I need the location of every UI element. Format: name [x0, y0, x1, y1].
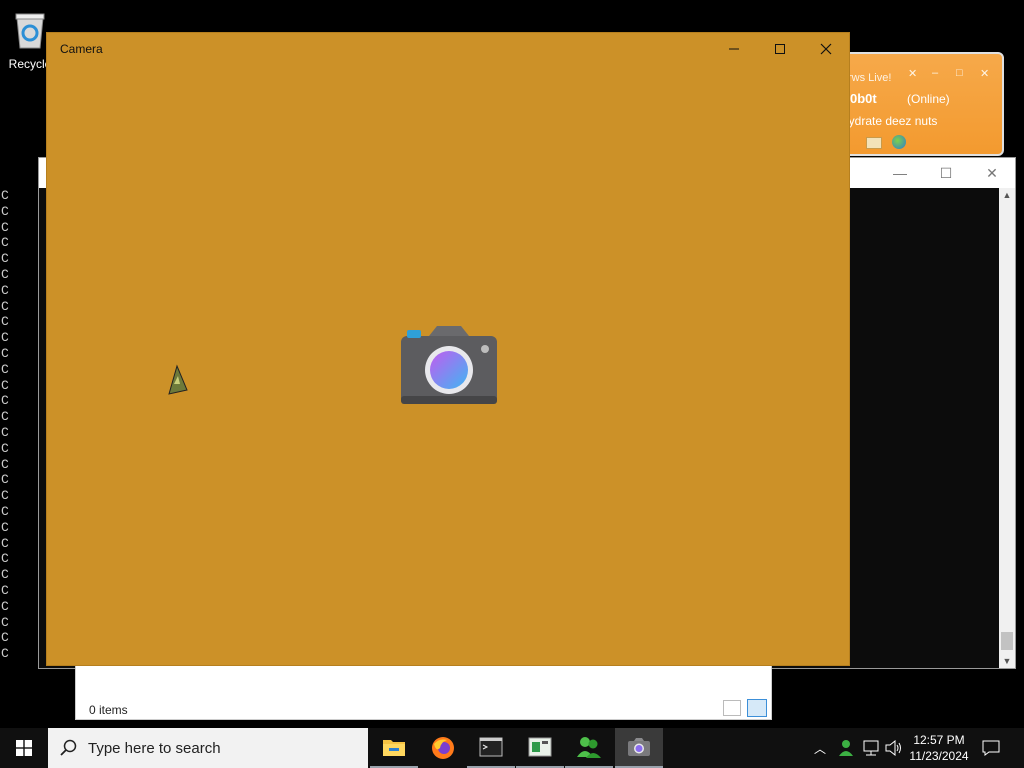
console-text-column: CCCCCCCCCCCCCCCCCCCCCCCCCCCCCC	[1, 188, 10, 662]
messenger-minimize-button[interactable]: –	[932, 67, 938, 79]
console-maximize-button[interactable]: ☐	[923, 158, 969, 188]
console-scrollbar[interactable]: ▲ ▼	[999, 188, 1015, 668]
console-line: C	[1, 440, 9, 456]
show-hidden-icons-chevron-up-icon[interactable]: ︿	[814, 740, 826, 757]
taskbar-camera[interactable]	[615, 728, 663, 768]
console-line: C	[1, 472, 9, 488]
console-line: C	[1, 235, 9, 251]
console-line: C	[1, 456, 9, 472]
console-line: C	[1, 424, 9, 440]
console-minimize-button[interactable]: —	[877, 158, 923, 188]
messenger-close-button[interactable]: ✕	[980, 67, 989, 80]
camera-minimize-button[interactable]	[711, 33, 757, 65]
windows-logo-icon	[16, 740, 32, 756]
messenger-maximize-button[interactable]: □	[956, 67, 963, 79]
firefox-icon	[432, 737, 454, 759]
action-center-notification-icon[interactable]	[982, 739, 1000, 757]
messenger-title: rws Live!	[848, 72, 892, 84]
details-view-icon[interactable]	[723, 700, 741, 716]
search-placeholder: Type here to search	[88, 740, 221, 757]
camera-close-button[interactable]	[803, 33, 849, 65]
tray-messenger-icon[interactable]	[838, 739, 856, 757]
console-line: C	[1, 330, 9, 346]
volume-icon[interactable]	[885, 740, 903, 756]
taskbar-terminal[interactable]	[467, 728, 515, 768]
console-line: C	[1, 503, 9, 519]
console-line: C	[1, 203, 9, 219]
console-line: C	[1, 377, 9, 393]
scroll-thumb[interactable]	[1001, 632, 1013, 650]
console-line: C	[1, 646, 9, 662]
scroll-up-arrow-icon[interactable]: ▲	[999, 190, 1015, 200]
taskbar-clock[interactable]: 12:57 PM 11/23/2024	[904, 732, 974, 764]
console-line: C	[1, 345, 9, 361]
folder-icon	[383, 740, 405, 756]
console-line: C	[1, 598, 9, 614]
taskbar-file-explorer[interactable]	[370, 728, 418, 768]
console-line: C	[1, 519, 9, 535]
console-line: C	[1, 251, 9, 267]
taskbar-messenger[interactable]	[565, 728, 613, 768]
camera-icon	[628, 738, 650, 756]
console-line: C	[1, 188, 9, 203]
messenger-pin-icon[interactable]: ✕	[908, 67, 917, 80]
search-icon	[60, 739, 77, 756]
scroll-down-arrow-icon[interactable]: ▼	[999, 656, 1015, 666]
console-line: C	[1, 614, 9, 630]
console-line: C	[1, 567, 9, 583]
console-line: C	[1, 630, 9, 646]
maximize-icon	[775, 44, 785, 54]
messenger-personal-message[interactable]: eydrate deez nuts	[842, 114, 937, 128]
globe-icon[interactable]	[892, 135, 906, 149]
console-line: C	[1, 314, 9, 330]
taskbar-firefox[interactable]	[419, 728, 467, 768]
camera-maximize-button[interactable]	[757, 33, 803, 65]
window-app-icon	[528, 737, 552, 757]
console-line: C	[1, 535, 9, 551]
large-icons-view-icon[interactable]	[747, 699, 767, 717]
messenger-buddies-icon	[577, 737, 601, 758]
camera-window[interactable]: Camera	[47, 33, 849, 665]
clock-time: 12:57 PM	[913, 733, 965, 747]
console-line: C	[1, 551, 9, 567]
taskbar-search-box[interactable]: Type here to search	[48, 728, 368, 768]
camera-app-icon	[401, 326, 497, 404]
mail-icon[interactable]	[866, 137, 882, 149]
taskbar-notepad[interactable]	[516, 728, 564, 768]
camera-title: Camera	[60, 42, 103, 56]
console-line: C	[1, 282, 9, 298]
start-button[interactable]	[0, 728, 48, 768]
messenger-username[interactable]: 0b0t	[850, 91, 877, 106]
console-line: C	[1, 266, 9, 282]
explorer-status-count: 0 items	[89, 703, 128, 717]
clock-date: 11/23/2024	[909, 749, 969, 763]
console-close-button[interactable]: ✕	[969, 158, 1015, 188]
console-line: C	[1, 361, 9, 377]
terminal-icon	[479, 737, 503, 757]
messenger-status[interactable]: (Online)	[907, 92, 950, 106]
recycle-bin-icon	[15, 13, 45, 49]
console-line: C	[1, 219, 9, 235]
console-line: C	[1, 393, 9, 409]
close-icon	[820, 43, 832, 55]
console-line: C	[1, 409, 9, 425]
busy-cursor-icon	[168, 364, 188, 395]
network-icon[interactable]	[862, 740, 880, 756]
taskbar: Type here to search ︿ 12:57 PM 11/23/202…	[0, 728, 1024, 768]
minimize-icon	[729, 48, 739, 50]
console-line: C	[1, 298, 9, 314]
console-line: C	[1, 488, 9, 504]
console-line: C	[1, 582, 9, 598]
